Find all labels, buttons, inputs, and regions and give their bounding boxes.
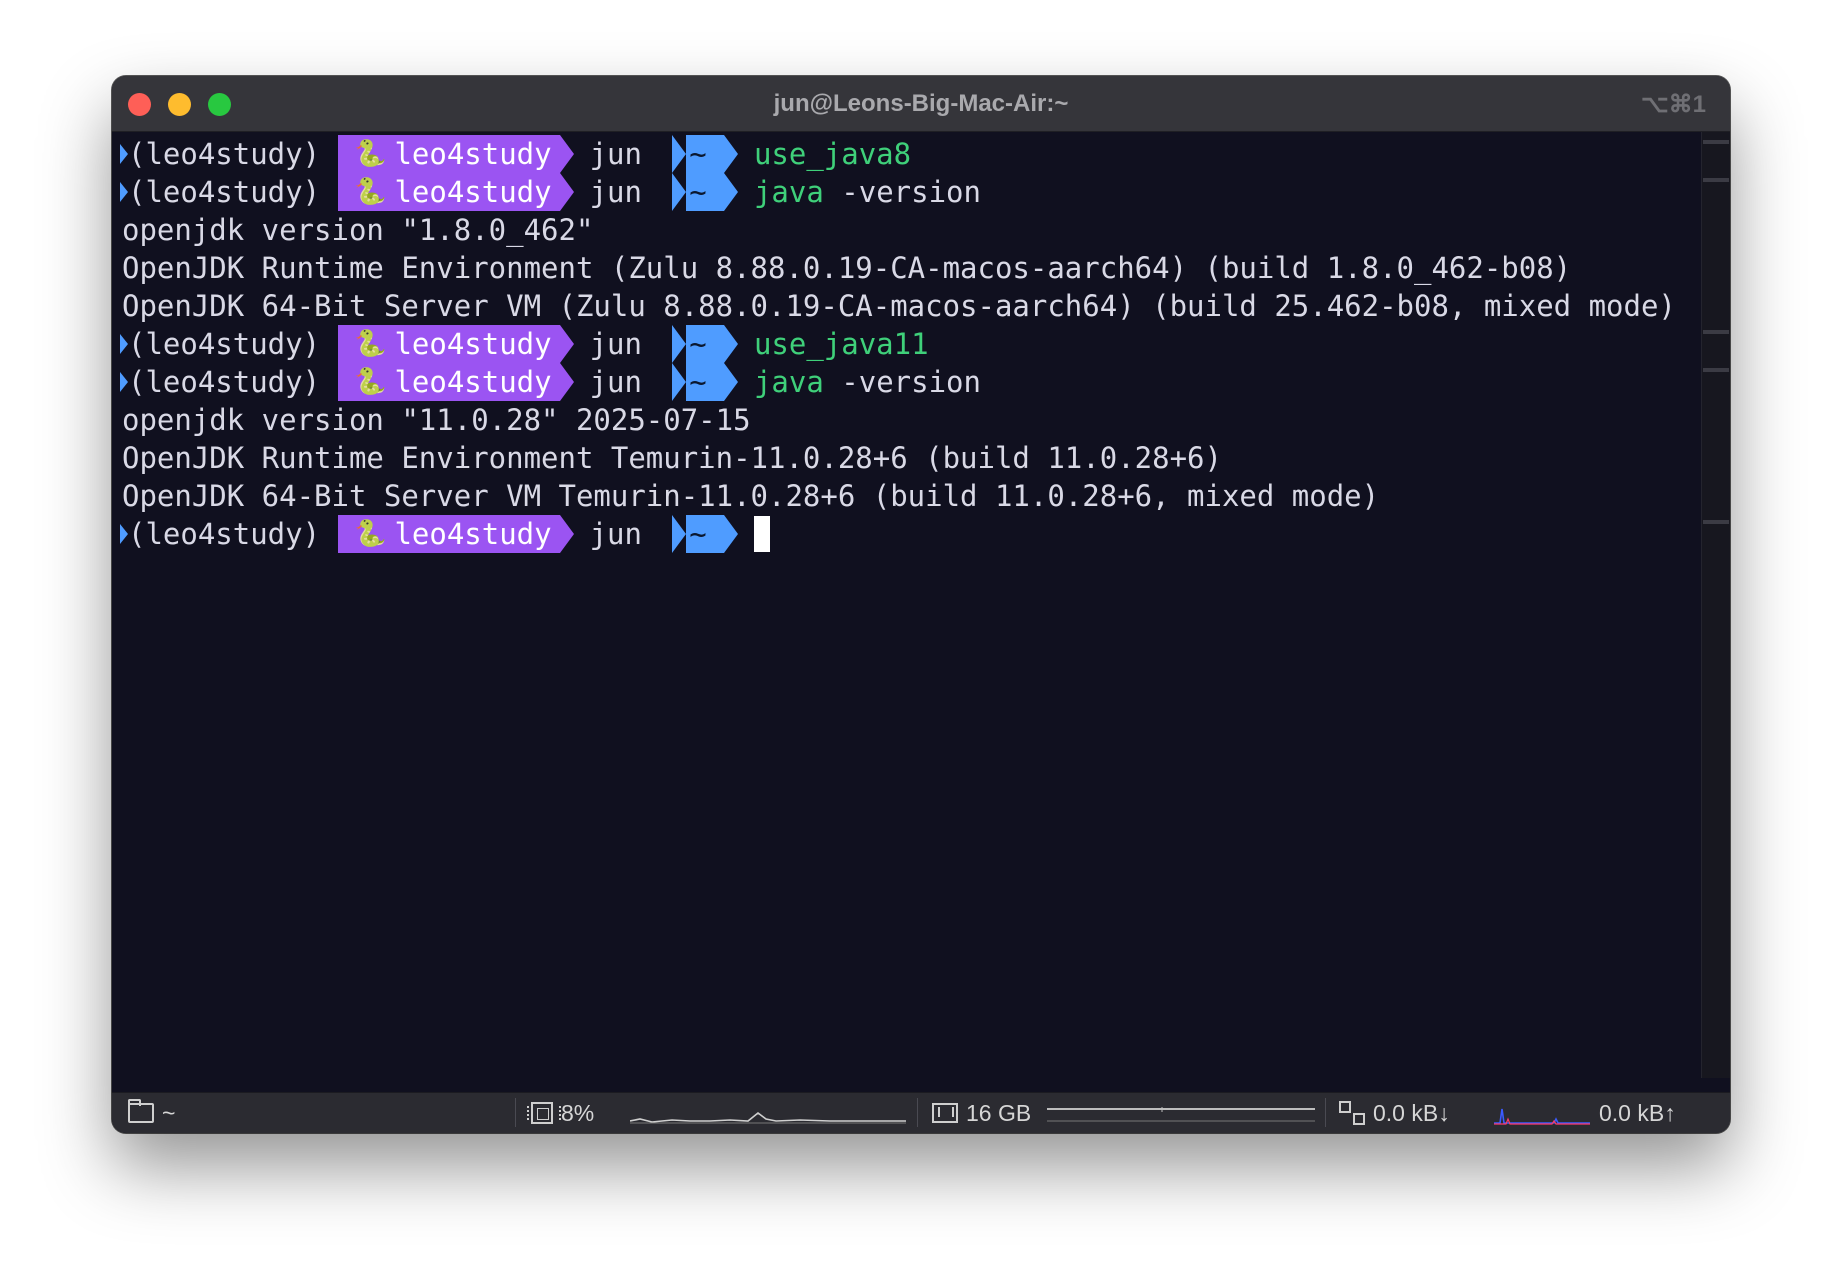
prompt-user: jun (589, 365, 642, 399)
terminal-content[interactable]: (leo4study) 🐍 leo4study jun ~ use_java8 (leo4s… (112, 132, 1702, 1133)
prompt-mark-icon (120, 182, 128, 202)
status-divider (1325, 1098, 1326, 1127)
python-snake-icon: 🐍 (354, 519, 387, 549)
prompt-env-segment-label: leo4study (394, 517, 552, 551)
output-line: openjdk version "11.0.28" 2025-07-15 (122, 403, 751, 437)
scroll-mark (1703, 520, 1729, 524)
title-bar: jun@Leons-Big-Mac-Air:~ ⌥⌘1 (112, 76, 1730, 132)
network-icon (1339, 1101, 1365, 1125)
command-name: use_java8 (753, 137, 912, 171)
prompt-env-segment-label: leo4study (394, 327, 552, 361)
command-args: -version (823, 175, 981, 209)
prompt-line: (leo4study) 🐍 leo4study jun ~ use_java11 (120, 325, 929, 363)
prompt-env: (leo4study) (128, 175, 321, 209)
output-line: openjdk version "1.8.0_462" (122, 213, 594, 247)
status-divider (515, 1098, 516, 1127)
command-name: java (753, 365, 824, 399)
prompt-env: (leo4study) (128, 517, 321, 551)
status-divider (917, 1098, 918, 1127)
status-memory[interactable]: 16 GB (932, 1099, 1031, 1127)
command: java -version (754, 173, 981, 211)
prompt-env-segment: 🐍 leo4study (338, 515, 574, 553)
prompt-line: (leo4study) 🐍 leo4study jun ~ java -version (120, 363, 981, 401)
output-line: OpenJDK 64-Bit Server VM (Zulu 8.88.0.19… (122, 289, 1676, 323)
python-snake-icon: 🐍 (354, 177, 387, 207)
status-cpu-label: 8% (561, 1099, 595, 1126)
terminal-window: jun@Leons-Big-Mac-Air:~ ⌥⌘1 (leo4study) 🐍… (112, 76, 1730, 1133)
cpu-sparkline (630, 1111, 906, 1124)
scroll-mark (1703, 368, 1729, 372)
command-name: java (753, 175, 824, 209)
scroll-mark (1703, 140, 1729, 144)
window-title: jun@Leons-Big-Mac-Air:~ (773, 90, 1069, 117)
scroll-mark (1703, 330, 1729, 334)
command: use_java8 (754, 135, 911, 173)
prompt-env: (leo4study) (128, 327, 321, 361)
prompt-line: (leo4study) 🐍 leo4study jun ~ java -version (120, 173, 981, 211)
status-dir-label: ~ (162, 1099, 176, 1126)
prompt-user: jun (589, 517, 642, 551)
status-dir[interactable]: ~ (128, 1099, 175, 1127)
prompt-dir-segment: ~ (671, 173, 738, 211)
python-snake-icon: 🐍 (354, 139, 387, 169)
memory-sparkline (1047, 1107, 1315, 1122)
prompt-user: jun (589, 137, 642, 171)
status-network-up[interactable]: 0.0 kB↑ (1599, 1099, 1676, 1127)
status-net-down-label: 0.0 kB↓ (1373, 1099, 1450, 1126)
output-line: OpenJDK Runtime Environment Temurin-11.0… (122, 441, 1222, 475)
network-sparkline (1494, 1108, 1590, 1125)
status-cpu[interactable]: 8% (527, 1099, 595, 1127)
prompt-user: jun (589, 175, 642, 209)
output-line: OpenJDK 64-Bit Server VM Temurin-11.0.28… (122, 479, 1380, 513)
output-line: OpenJDK Runtime Environment (Zulu 8.88.0… (122, 251, 1572, 285)
memory-icon (932, 1103, 958, 1123)
prompt-env-segment: 🐍 leo4study (338, 363, 574, 401)
prompt-env: (leo4study) (128, 365, 321, 399)
command: java -version (754, 363, 981, 401)
prompt-dir-segment: ~ (671, 515, 738, 553)
tab-shortcut-label: ⌥⌘1 (1640, 91, 1706, 118)
prompt-dir-segment: ~ (671, 135, 738, 173)
prompt-mark-icon (120, 334, 128, 354)
python-snake-icon: 🐍 (354, 367, 387, 397)
status-net-up-label: 0.0 kB↑ (1599, 1099, 1676, 1126)
status-bar: ~ 8% 16 GB 0.0 kB↓ 0.0 kB↑ (112, 1092, 1730, 1133)
prompt-mark-icon (120, 144, 128, 164)
prompt-env-segment: 🐍 leo4study (338, 135, 574, 173)
prompt-env-segment: 🐍 leo4study (338, 173, 574, 211)
command-args: -version (823, 365, 981, 399)
scroll-mark (1703, 178, 1729, 182)
folder-icon (128, 1099, 154, 1123)
prompt-mark-icon (120, 372, 128, 392)
prompt-env-segment-label: leo4study (394, 365, 552, 399)
prompt-env-segment: 🐍 leo4study (338, 325, 574, 363)
text-cursor[interactable] (753, 516, 770, 552)
scrollbar[interactable] (1701, 132, 1730, 1078)
prompt-env: (leo4study) (128, 137, 321, 171)
status-memory-label: 16 GB (966, 1099, 1032, 1126)
command: use_java11 (754, 325, 929, 363)
prompt-env-segment-label: leo4study (394, 137, 552, 171)
prompt-mark-icon (120, 524, 128, 544)
active-prompt-line: (leo4study) 🐍 leo4study jun ~ (120, 515, 770, 553)
status-network[interactable]: 0.0 kB↓ (1339, 1099, 1450, 1127)
prompt-dir-segment: ~ (671, 363, 738, 401)
cpu-icon (527, 1102, 561, 1124)
prompt-user: jun (589, 327, 642, 361)
prompt-env-segment-label: leo4study (394, 175, 552, 209)
prompt-line: (leo4study) 🐍 leo4study jun ~ use_java8 (120, 135, 911, 173)
python-snake-icon: 🐍 (354, 329, 387, 359)
prompt-dir-segment: ~ (671, 325, 738, 363)
command-name: use_java11 (753, 327, 929, 361)
